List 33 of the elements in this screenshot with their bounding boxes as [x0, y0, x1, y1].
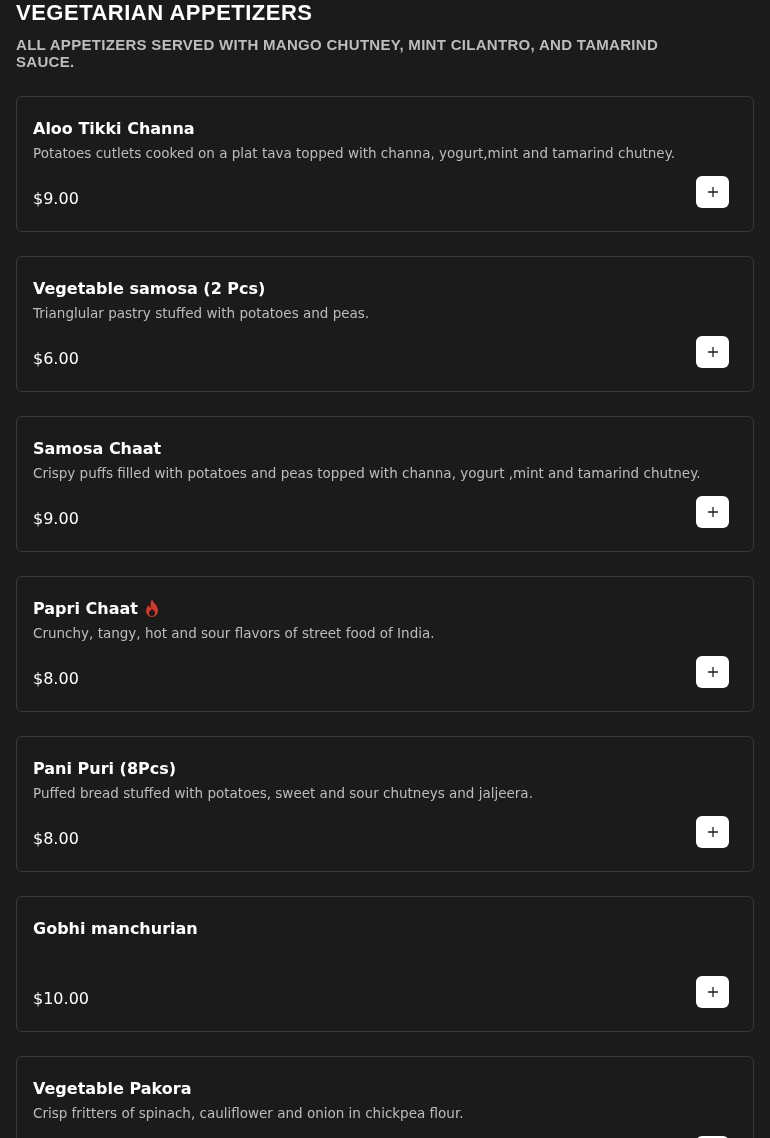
- section-subtitle: ALL APPETIZERS SERVED WITH MANGO CHUTNEY, MINT CILANTRO, AND TAMARIND SAUCE.: [16, 36, 660, 70]
- item-description: Trianglular pastry stuffed with potatoes and peas.: [33, 305, 371, 321]
- item-price: $8.00: [33, 828, 79, 848]
- section-title: VEGETARIAN APPETIZERS: [16, 0, 314, 26]
- plus-icon: [706, 986, 719, 998]
- item-price: $9.00: [33, 508, 79, 528]
- add-button[interactable]: [696, 816, 729, 848]
- add-button[interactable]: [696, 656, 729, 688]
- item-description: Crunchy, tangy, hot and sour flavors of street food of India.: [33, 625, 436, 641]
- add-button[interactable]: [696, 496, 729, 528]
- item-name: Samosa Chaat: [33, 438, 162, 458]
- plus-icon: [706, 826, 719, 838]
- plus-icon: [706, 346, 719, 358]
- plus-icon: [706, 186, 719, 198]
- item-name: Gobhi manchurian: [33, 918, 198, 938]
- item-description: Crispy puffs filled with potatoes and peas topped with channa, yogurt ,mint and tamarind chutney.: [33, 465, 702, 481]
- item-description: Crisp fritters of spinach, cauliflower and onion in chickpea flour.: [33, 1105, 465, 1121]
- add-button[interactable]: [696, 176, 729, 208]
- item-name: Aloo Tikki Channa: [33, 118, 195, 138]
- plus-icon: [706, 666, 719, 678]
- item-name: Pani Puri (8Pcs): [33, 758, 177, 778]
- add-button[interactable]: [696, 976, 729, 1008]
- item-price: $9.00: [33, 188, 79, 208]
- item-description: Potatoes cutlets cooked on a plat tava topped with channa, yogurt,mint and tamarind chutney.: [33, 145, 677, 161]
- item-name: Vegetable Pakora: [33, 1078, 192, 1098]
- add-button[interactable]: [696, 336, 729, 368]
- item-name: Papri Chaat: [33, 598, 138, 618]
- item-price: $6.00: [33, 348, 79, 368]
- plus-icon: [706, 506, 719, 518]
- item-description: Puffed bread stuffed with potatoes, sweet and sour chutneys and jaljeera.: [33, 785, 534, 801]
- item-name: Vegetable samosa (2 Pcs): [33, 278, 266, 298]
- item-price: $10.00: [33, 988, 89, 1008]
- item-price: $8.00: [33, 668, 79, 688]
